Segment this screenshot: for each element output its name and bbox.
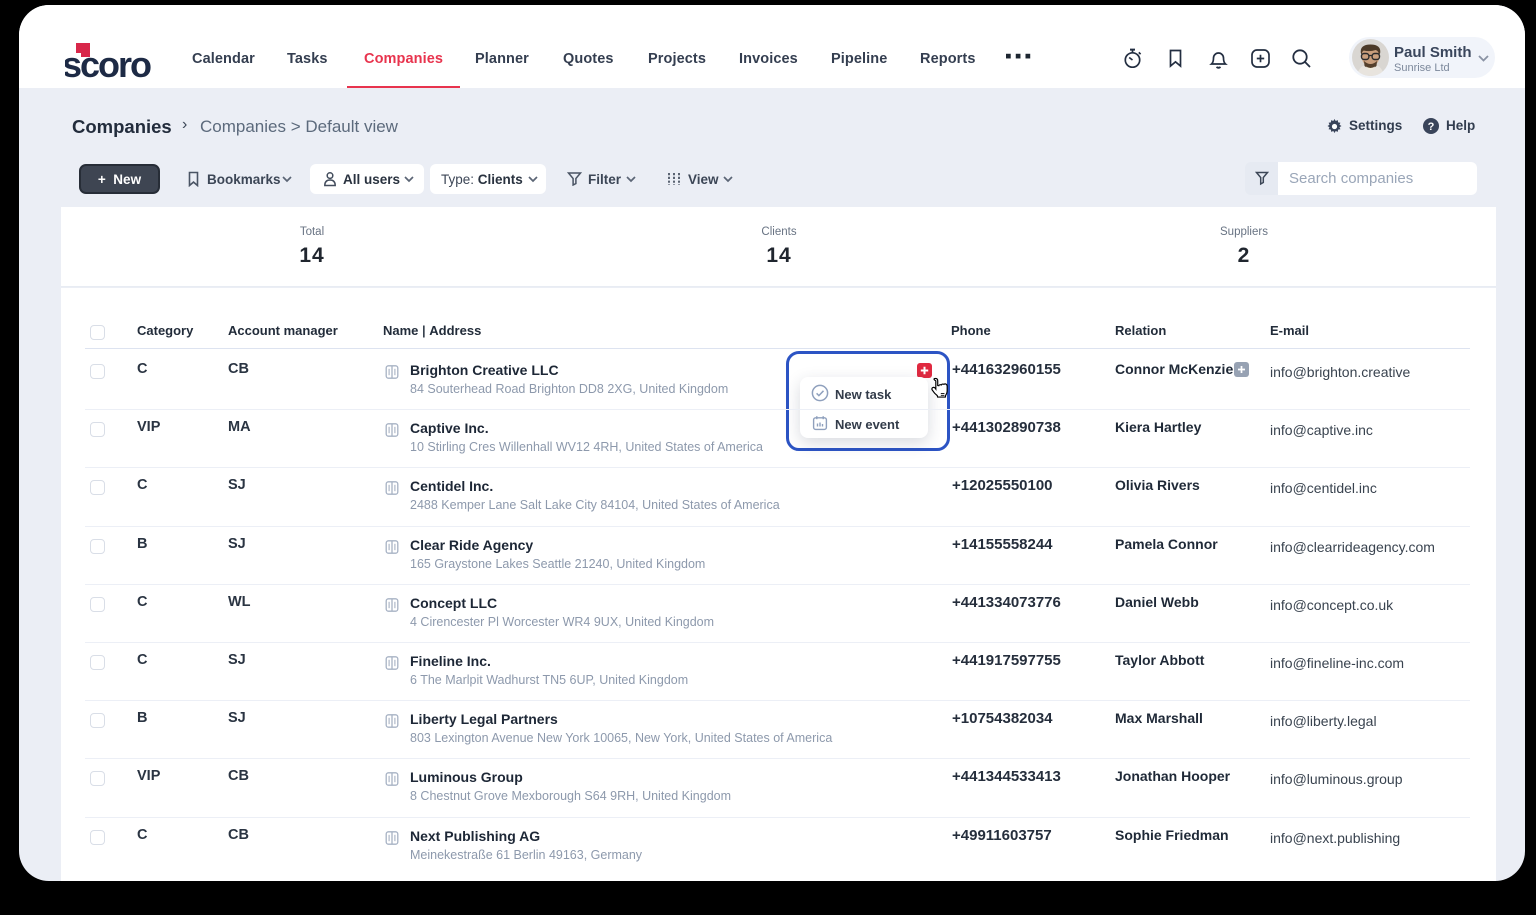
svg-text:?: ?	[1428, 121, 1435, 133]
svg-text:scoro: scoro	[65, 44, 151, 83]
